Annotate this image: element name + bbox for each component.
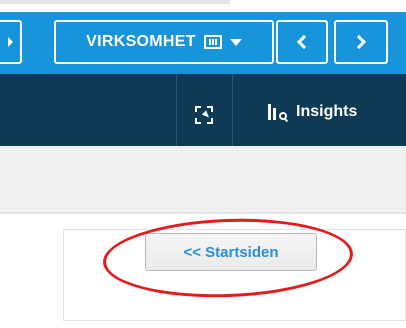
insights-button[interactable]: Insights — [268, 96, 357, 128]
next-button[interactable] — [334, 20, 388, 64]
previous-menu-button[interactable] — [0, 20, 22, 64]
chevron-right-icon — [351, 34, 367, 50]
top-divider — [0, 0, 230, 4]
toolbar-divider — [176, 74, 177, 146]
insights-label: Insights — [296, 103, 358, 120]
company-menu-label: VIRKSOMHET — [86, 33, 196, 50]
content-header-band — [0, 146, 406, 212]
top-strip — [0, 0, 406, 12]
start-page-button[interactable]: << Startsiden — [145, 233, 317, 271]
content-divider — [0, 212, 406, 214]
insights-icon — [268, 104, 287, 120]
caret-down-icon — [229, 38, 242, 46]
selection-cursor-icon[interactable] — [195, 106, 213, 124]
prev-button[interactable] — [276, 20, 328, 64]
toolbar-divider — [232, 74, 233, 146]
chart-icon — [203, 35, 222, 49]
arrow-icon — [7, 37, 13, 47]
chevron-left-icon — [296, 34, 312, 50]
company-menu-button[interactable]: VIRKSOMHET — [54, 20, 274, 64]
